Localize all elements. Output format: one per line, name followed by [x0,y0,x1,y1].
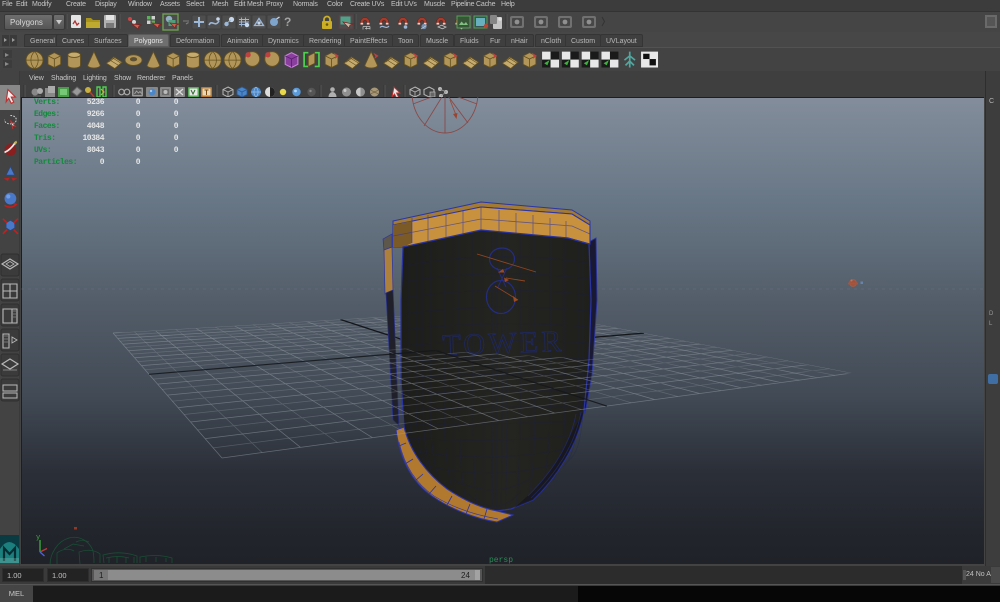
svg-text:TOWER: TOWER [442,325,564,362]
svg-text:persp: persp [489,556,513,565]
svg-text:y: y [36,534,40,542]
svg-text:?: ? [284,15,291,29]
